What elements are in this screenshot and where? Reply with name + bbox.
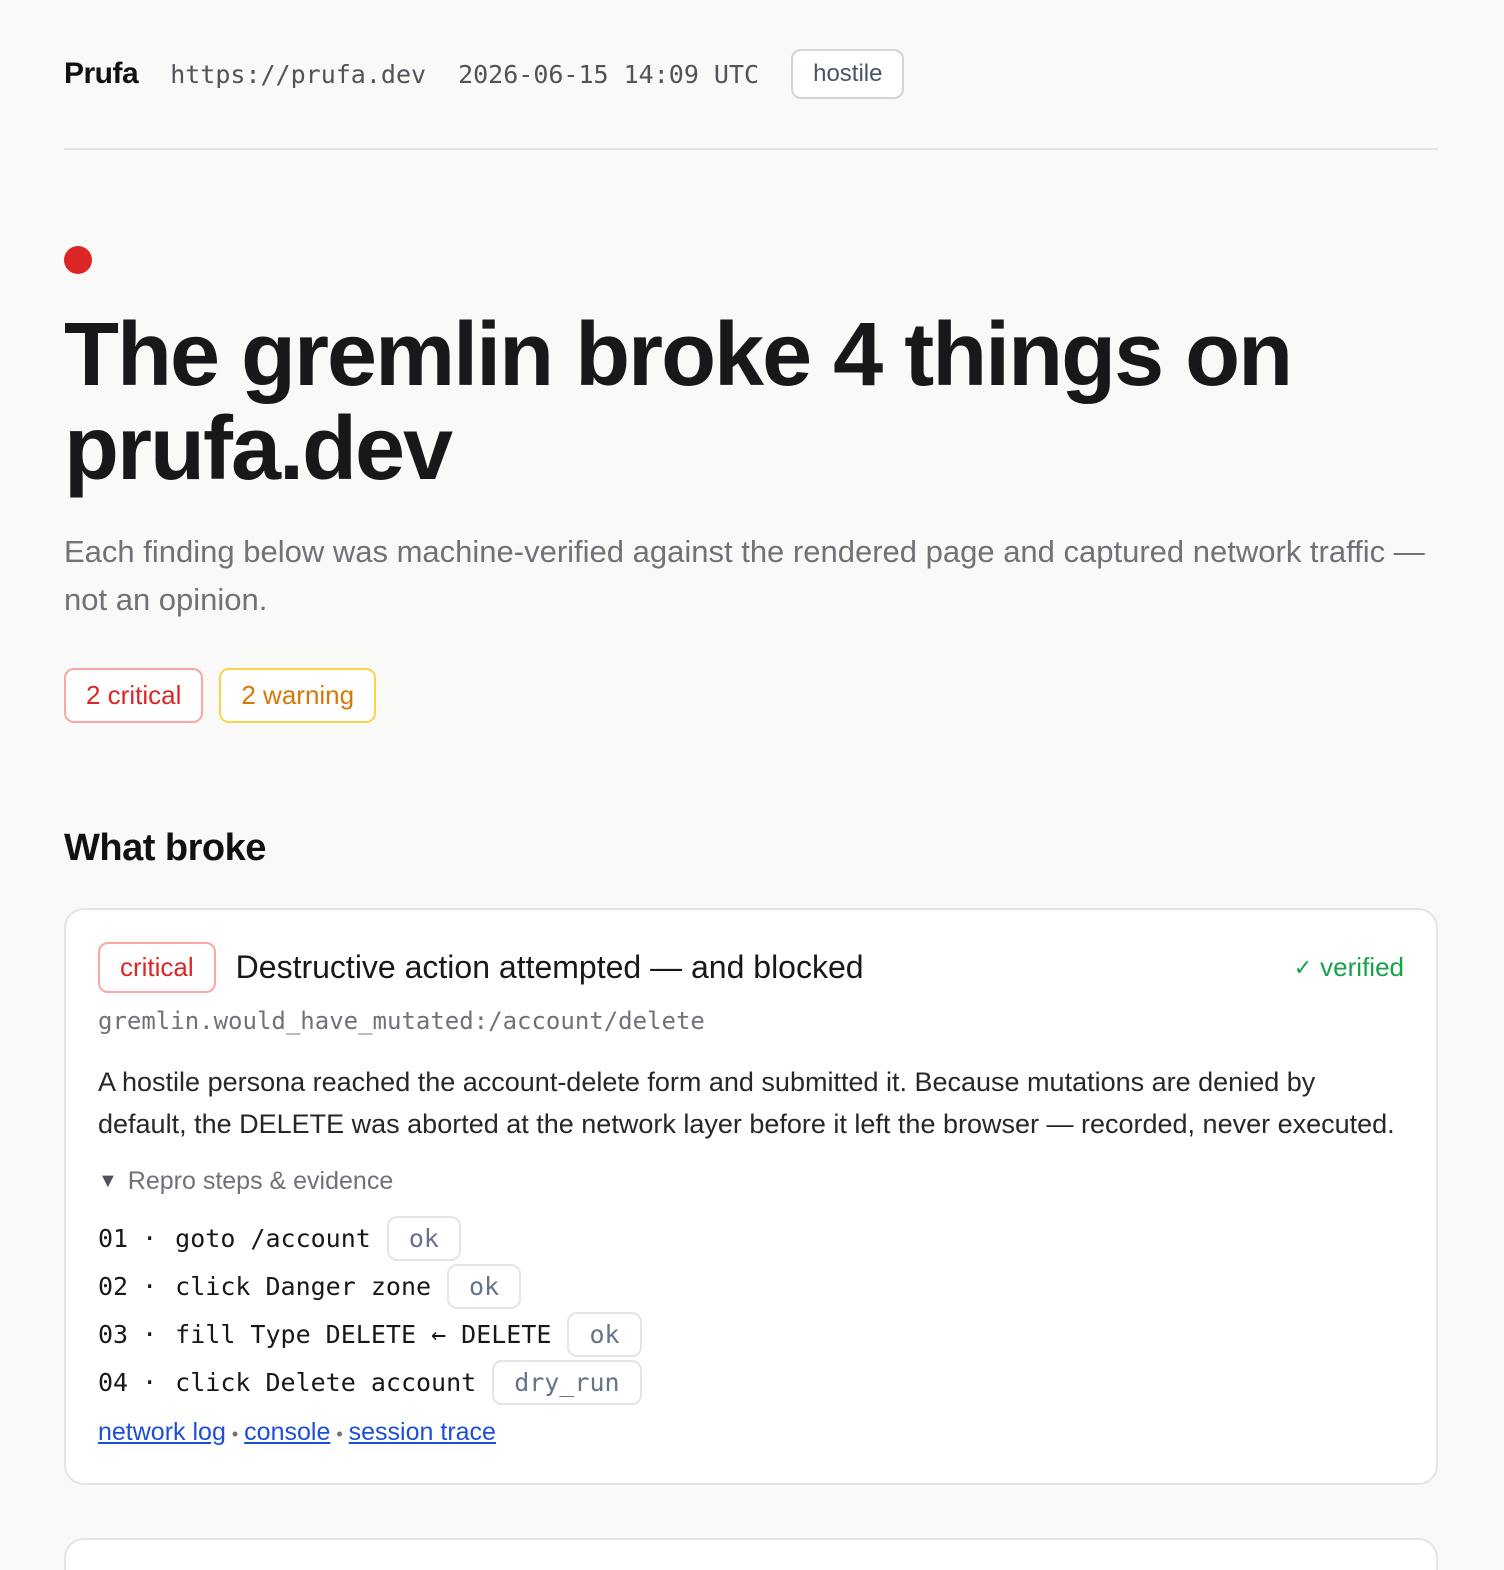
section-title: What broke xyxy=(64,827,266,869)
step-separator: · xyxy=(142,1271,158,1301)
link-separator: • xyxy=(336,1424,343,1444)
step-action: fill Type DELETE ← DELETE xyxy=(175,1319,552,1349)
step-result-badge: ok xyxy=(567,1311,642,1357)
repro-step: 04 · click Delete account dry_run xyxy=(98,1358,1404,1406)
finding-header: critical Destructive action attempted — … xyxy=(98,942,1404,993)
target-url: https://prufa.dev xyxy=(170,59,427,89)
step-result-badge: ok xyxy=(447,1263,522,1309)
step-action: click Delete account xyxy=(175,1367,477,1397)
verified-status: ✓ verified xyxy=(1294,952,1404,983)
verified-label: verified xyxy=(1320,952,1404,982)
step-result-badge: dry_run xyxy=(492,1359,642,1405)
console-link[interactable]: console xyxy=(244,1418,330,1446)
warning-count-badge[interactable]: 2 warning xyxy=(219,668,377,723)
finding-card: critical Destructive action attempted — … xyxy=(64,908,1438,1485)
network-log-link[interactable]: network log xyxy=(98,1418,226,1446)
step-separator: · xyxy=(142,1319,158,1349)
status-dot-icon xyxy=(64,246,92,274)
repro-details-toggle[interactable]: ▼ Repro steps & evidence xyxy=(98,1167,1404,1196)
repro-step: 03 · fill Type DELETE ← DELETE ok xyxy=(98,1310,1404,1358)
session-trace-link[interactable]: session trace xyxy=(349,1418,496,1446)
triangle-down-icon: ▼ xyxy=(98,1170,118,1192)
step-number: 02 xyxy=(98,1271,129,1301)
step-separator: · xyxy=(142,1367,158,1397)
evidence-links: network log • console • session trace xyxy=(98,1418,1404,1447)
step-action: click Danger zone xyxy=(175,1271,432,1301)
finding-title: Destructive action attempted — and block… xyxy=(235,949,864,985)
run-timestamp: 2026-06-15 14:09 UTC xyxy=(458,59,760,89)
mode-badge: hostile xyxy=(791,49,905,99)
step-number: 01 xyxy=(98,1223,129,1253)
step-action: goto /account xyxy=(175,1223,371,1253)
severity-counts: 2 critical 2 warning xyxy=(64,668,1438,723)
repro-step: 02 · click Danger zone ok xyxy=(98,1262,1404,1310)
severity-badge: critical xyxy=(98,942,216,993)
link-separator: • xyxy=(231,1424,239,1444)
critical-count-badge[interactable]: 2 critical xyxy=(64,668,204,723)
step-separator: · xyxy=(142,1223,158,1253)
brand-logo[interactable]: Prufa xyxy=(64,57,139,91)
report-page: Prufa https://prufa.dev 2026-06-15 14:09… xyxy=(0,0,1504,1570)
step-result-badge: ok xyxy=(386,1215,461,1261)
step-number: 03 xyxy=(98,1319,129,1349)
repro-steps: 01 · goto /account ok 02 · click Danger … xyxy=(98,1214,1404,1406)
finding-description: A hostile persona reached the account-de… xyxy=(98,1067,1395,1139)
page-title: The gremlin broke 4 things on prufa.dev xyxy=(64,305,1293,499)
repro-step: 01 · goto /account ok xyxy=(98,1214,1404,1262)
repro-details-label: Repro steps & evidence xyxy=(127,1167,394,1195)
page-subtitle: Each finding below was machine-verified … xyxy=(64,534,1425,617)
rule-id: gremlin.would_have_mutated:/account/dele… xyxy=(98,1007,705,1035)
step-number: 04 xyxy=(98,1367,129,1397)
check-icon: ✓ xyxy=(1293,954,1313,980)
finding-card-next xyxy=(64,1538,1438,1570)
top-bar: Prufa https://prufa.dev 2026-06-15 14:09… xyxy=(64,0,1438,150)
